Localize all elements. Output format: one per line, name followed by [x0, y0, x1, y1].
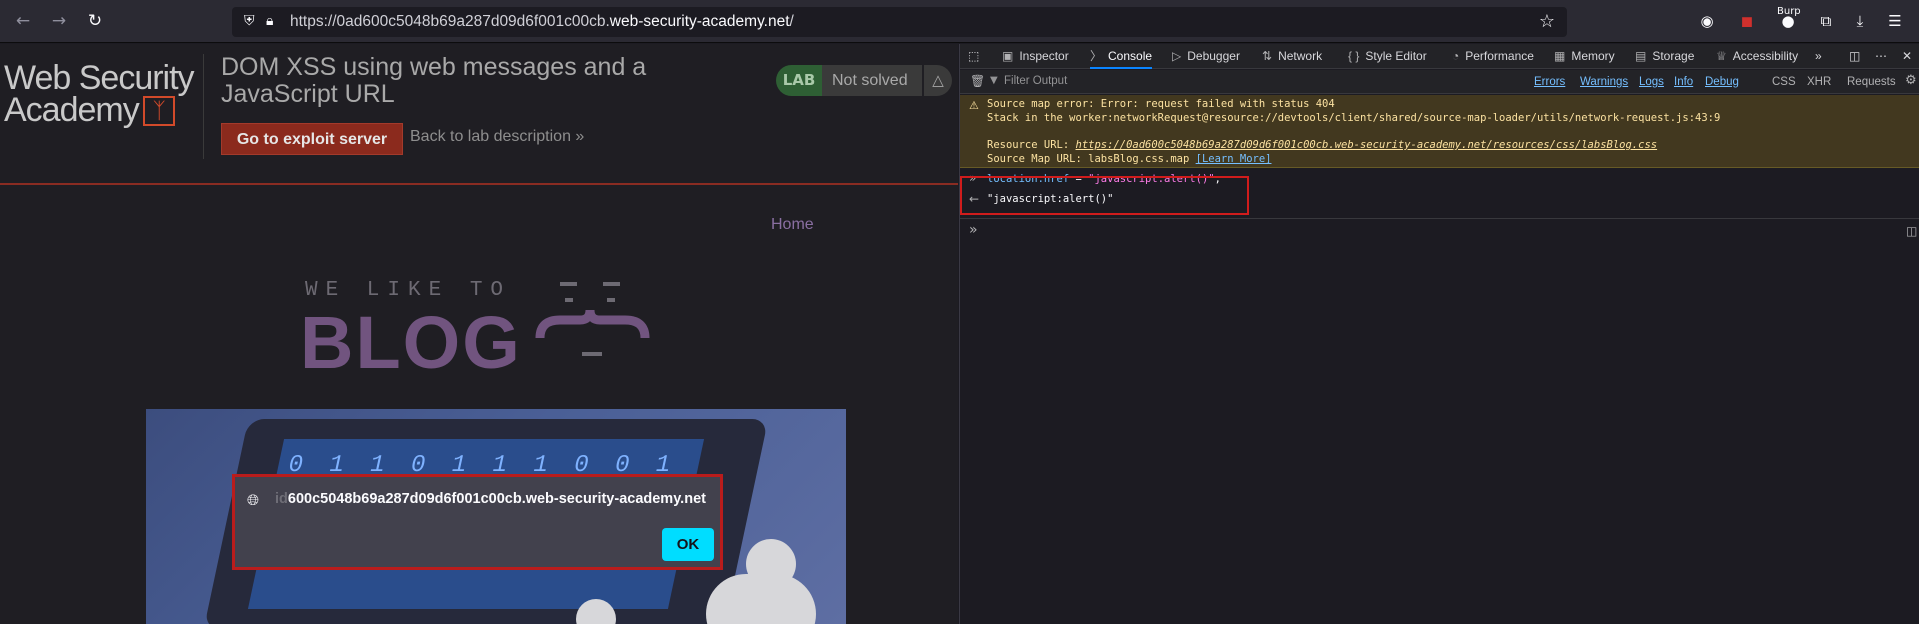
- debugger-icon: ▷: [1172, 49, 1182, 63]
- console-divider: [960, 218, 1919, 219]
- editor-mode-icon[interactable]: ◫: [1906, 224, 1917, 238]
- resource-url-link[interactable]: https://0ad600c5048b69a287d09d6f001c00cb…: [1076, 139, 1658, 151]
- browser-toolbar: ← → ↻ ⛨ 🔒︎ https://0ad600c5048b69a287d09…: [0, 0, 1919, 43]
- warning-line-2: Stack in the worker:networkRequest@resou…: [987, 112, 1721, 124]
- url-text[interactable]: https://0ad600c5048b69a287d09d6f001c00cb…: [290, 13, 794, 31]
- level-warnings[interactable]: Warnings: [1576, 73, 1632, 91]
- logo-line1: Web Security: [4, 59, 195, 97]
- shield-icon[interactable]: ⛨: [244, 13, 255, 29]
- console-filterbar: 🗑︎ ▼ Filter Output Errors Warnings Logs …: [960, 70, 1919, 94]
- more-tabs-icon[interactable]: »: [1815, 44, 1822, 69]
- lab-title: DOM XSS using web messages and a JavaScr…: [221, 53, 647, 108]
- source-map-warning: ⚠ Source map error: Error: request faile…: [960, 95, 1919, 168]
- header-divider: [203, 54, 204, 159]
- inspector-icon: ▣: [1002, 49, 1014, 63]
- options-icon[interactable]: ⋯: [1875, 44, 1887, 69]
- console-prompt-icon[interactable]: »: [969, 222, 978, 238]
- lab-status-badge: LAB Not solved △: [776, 65, 958, 96]
- level-debug[interactable]: Debug: [1701, 73, 1743, 91]
- url-bar[interactable]: ⛨ 🔒︎ https://0ad600c5048b69a287d09d6f001…: [232, 7, 1567, 37]
- filter-icon: ▼: [990, 75, 998, 86]
- tab-network[interactable]: ⇅ Network: [1262, 44, 1322, 69]
- warning-icon: ⚠: [969, 99, 979, 112]
- blog-title: BLOG: [300, 301, 522, 384]
- highlight-box: [960, 176, 1249, 215]
- devtools-tabbar: ⬚ ▣ Inspector 〉 Console ▷ Debugger ⇅ Network…: [960, 44, 1919, 69]
- tab-storage[interactable]: ▤ Storage: [1635, 44, 1694, 69]
- burp-label: Burp: [1777, 6, 1801, 17]
- puzzle-icon[interactable]: ⧉: [1815, 10, 1837, 32]
- exploit-server-button[interactable]: Go to exploit server: [221, 123, 403, 155]
- tab-accessibility[interactable]: ♕ Accessibility: [1716, 44, 1798, 69]
- level-errors[interactable]: Errors: [1530, 73, 1569, 91]
- console-icon: 〉: [1090, 49, 1103, 63]
- warning-sourcemap: Source Map URL: labsBlog.css.map [Learn …: [987, 153, 1272, 165]
- accessibility-icon: ♕: [1716, 49, 1727, 63]
- level-logs[interactable]: Logs: [1635, 73, 1668, 91]
- download-icon[interactable]: ⤓: [1849, 10, 1871, 32]
- memory-icon: ▦: [1554, 49, 1566, 63]
- back-icon[interactable]: ←: [12, 10, 34, 32]
- tab-console[interactable]: 〉 Console: [1090, 44, 1153, 69]
- type-xhr[interactable]: XHR: [1803, 73, 1835, 91]
- star-icon[interactable]: ☆: [1539, 11, 1555, 32]
- home-link[interactable]: Home: [771, 216, 814, 234]
- dock-icon[interactable]: ◫: [1849, 44, 1860, 69]
- style-editor-icon: { }: [1348, 49, 1360, 63]
- tab-style-editor[interactable]: { } Style Editor: [1348, 44, 1427, 69]
- close-devtools-icon[interactable]: ✕: [1902, 44, 1912, 69]
- tab-inspector[interactable]: ▣ Inspector: [1002, 44, 1069, 69]
- academy-logo[interactable]: Web Security Academy ᛉ: [4, 59, 195, 129]
- ok-button[interactable]: OK: [662, 528, 714, 561]
- forward-icon[interactable]: →: [48, 10, 70, 32]
- logo-line2: Academy: [4, 91, 140, 129]
- lab-page: Web Security Academy ᛉ DOM XSS using web …: [0, 44, 958, 624]
- element-picker-icon[interactable]: ⬚: [968, 44, 979, 69]
- blog-face-logo: [535, 282, 650, 356]
- warning-line-1: Source map error: Error: request failed …: [987, 98, 1335, 110]
- performance-icon: ◔: [1452, 49, 1460, 63]
- type-requests[interactable]: Requests: [1843, 73, 1900, 91]
- globe-icon: 🌐︎: [247, 491, 260, 509]
- console-settings-icon[interactable]: ⚙: [1905, 73, 1917, 88]
- status-text: Not solved: [822, 65, 922, 96]
- lab-header: Web Security Academy ᛉ DOM XSS using web …: [0, 44, 958, 185]
- alert-origin: id600c5048b69a287d09d6f001c00cb.web-secu…: [275, 491, 706, 507]
- back-to-description-link[interactable]: Back to lab description »: [410, 128, 584, 146]
- storage-icon: ▤: [1635, 49, 1647, 63]
- tab-debugger[interactable]: ▷ Debugger: [1172, 44, 1240, 69]
- learn-more-link[interactable]: [Learn More]: [1196, 153, 1272, 165]
- type-css[interactable]: CSS: [1768, 73, 1800, 91]
- level-info[interactable]: Info: [1670, 73, 1697, 91]
- filter-input[interactable]: Filter Output: [1004, 75, 1067, 87]
- alert-dialog: 🌐︎ id600c5048b69a287d09d6f001c00cb.web-s…: [232, 474, 723, 570]
- lock-icon[interactable]: 🔒︎: [266, 13, 273, 29]
- extension-icon[interactable]: ◉: [1696, 10, 1718, 32]
- lab-label: LAB: [776, 65, 822, 96]
- menu-icon[interactable]: ☰: [1884, 10, 1906, 32]
- figure-body: [706, 574, 816, 624]
- tab-performance[interactable]: ◔ Performance: [1452, 44, 1534, 69]
- warning-resource: Resource URL: https://0ad600c5048b69a287…: [987, 139, 1658, 151]
- tab-memory[interactable]: ▦ Memory: [1554, 44, 1615, 69]
- trash-icon[interactable]: 🗑︎: [970, 74, 985, 88]
- blog-tagline: WE LIKE TO: [305, 279, 512, 302]
- devtools-panel: ⬚ ▣ Inspector 〉 Console ▷ Debugger ⇅ Network…: [959, 44, 1919, 624]
- reload-icon[interactable]: ↻: [84, 10, 106, 32]
- bolt-icon: ᛉ: [142, 96, 175, 126]
- ublock-icon[interactable]: ◼: [1736, 10, 1758, 32]
- flask-icon: △: [924, 65, 952, 96]
- network-icon: ⇅: [1262, 49, 1273, 63]
